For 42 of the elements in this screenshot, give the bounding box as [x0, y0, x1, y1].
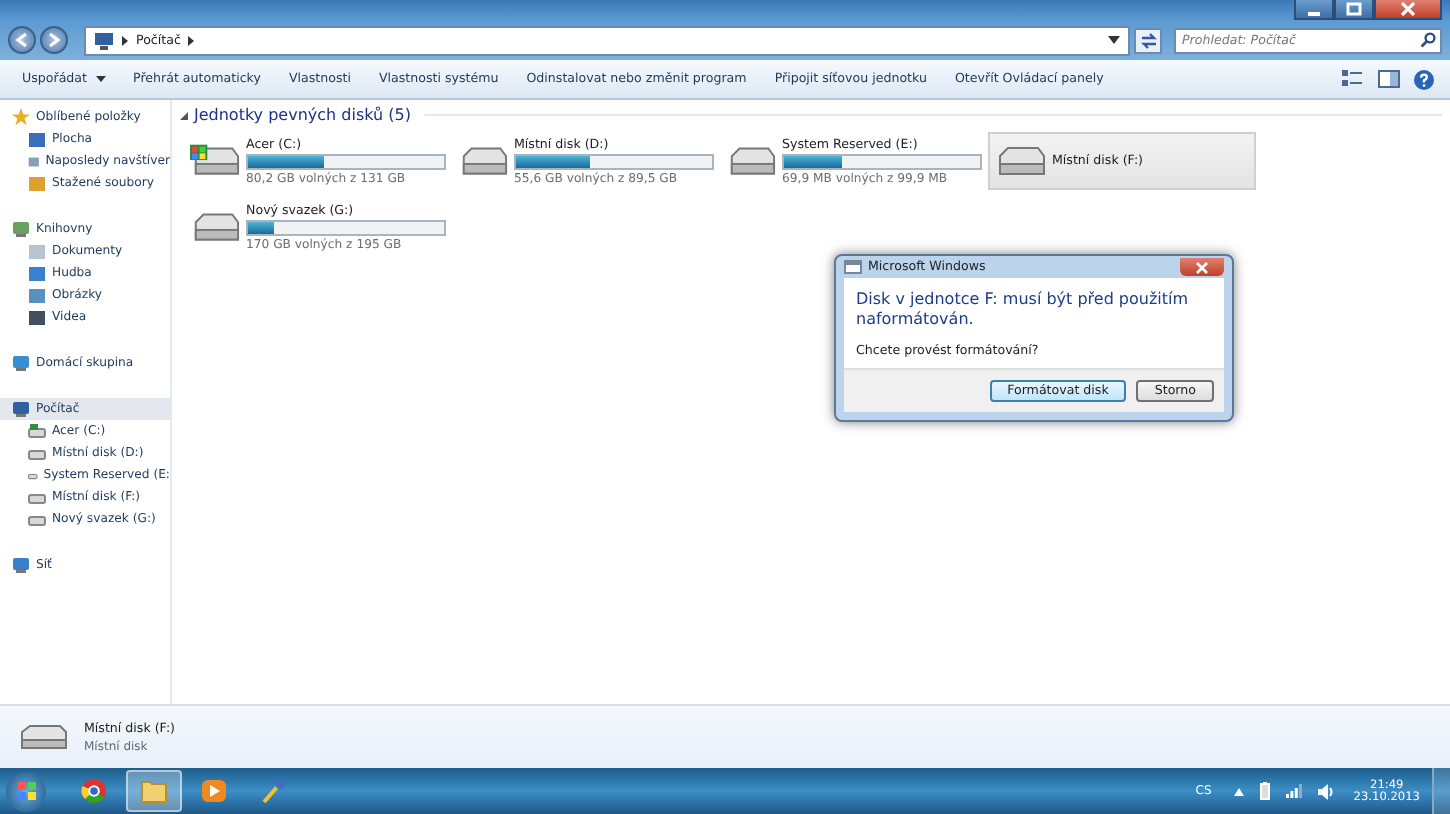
chevron-right-icon	[188, 35, 195, 45]
search-icon	[1420, 32, 1436, 48]
close-button[interactable]	[1180, 258, 1224, 276]
chevron-right-icon	[122, 35, 128, 45]
folder-icon	[140, 778, 168, 804]
signal-icon	[1285, 784, 1302, 798]
hard-drive-icon	[994, 143, 1046, 179]
dropdown-icon	[1108, 36, 1120, 44]
minimize-button[interactable]	[1294, 0, 1334, 20]
start-button[interactable]	[6, 771, 46, 811]
hard-drive-icon	[20, 723, 68, 751]
dialog-message: Disk v jednotce F: musí být před použitím naformátován.	[856, 290, 1191, 332]
media-icon	[200, 778, 228, 804]
back-button[interactable]	[8, 26, 36, 54]
window-icon	[844, 260, 862, 274]
help-icon	[1414, 69, 1434, 89]
refresh-button[interactable]	[1134, 27, 1162, 53]
close-icon	[1196, 261, 1208, 273]
hard-drive-icon	[190, 143, 240, 179]
view-list-icon	[1342, 70, 1362, 88]
star-icon	[12, 108, 30, 126]
speaker-icon	[1317, 783, 1336, 799]
browser-icon	[80, 778, 108, 804]
restore-icon	[1346, 2, 1362, 16]
computer-icon	[12, 400, 30, 418]
restore-button[interactable]	[1334, 0, 1374, 20]
close-button[interactable]	[1374, 0, 1442, 20]
close-icon	[1400, 2, 1416, 16]
drive-icon	[28, 423, 46, 439]
pane-icon	[1377, 70, 1399, 88]
tool-icon	[260, 778, 288, 804]
forward-button[interactable]	[40, 26, 68, 54]
hard-drive-icon	[458, 143, 508, 179]
windows-logo-icon	[17, 782, 35, 800]
refresh-icon	[1139, 31, 1157, 49]
battery-icon	[1259, 782, 1270, 800]
computer-icon	[94, 31, 114, 49]
section-heading: Jednotky pevných disků (5)	[194, 106, 411, 124]
up-arrow-icon	[1233, 787, 1244, 795]
hard-drive-icon	[190, 209, 240, 245]
collapse-icon	[180, 111, 188, 119]
hard-drive-icon	[726, 143, 776, 179]
